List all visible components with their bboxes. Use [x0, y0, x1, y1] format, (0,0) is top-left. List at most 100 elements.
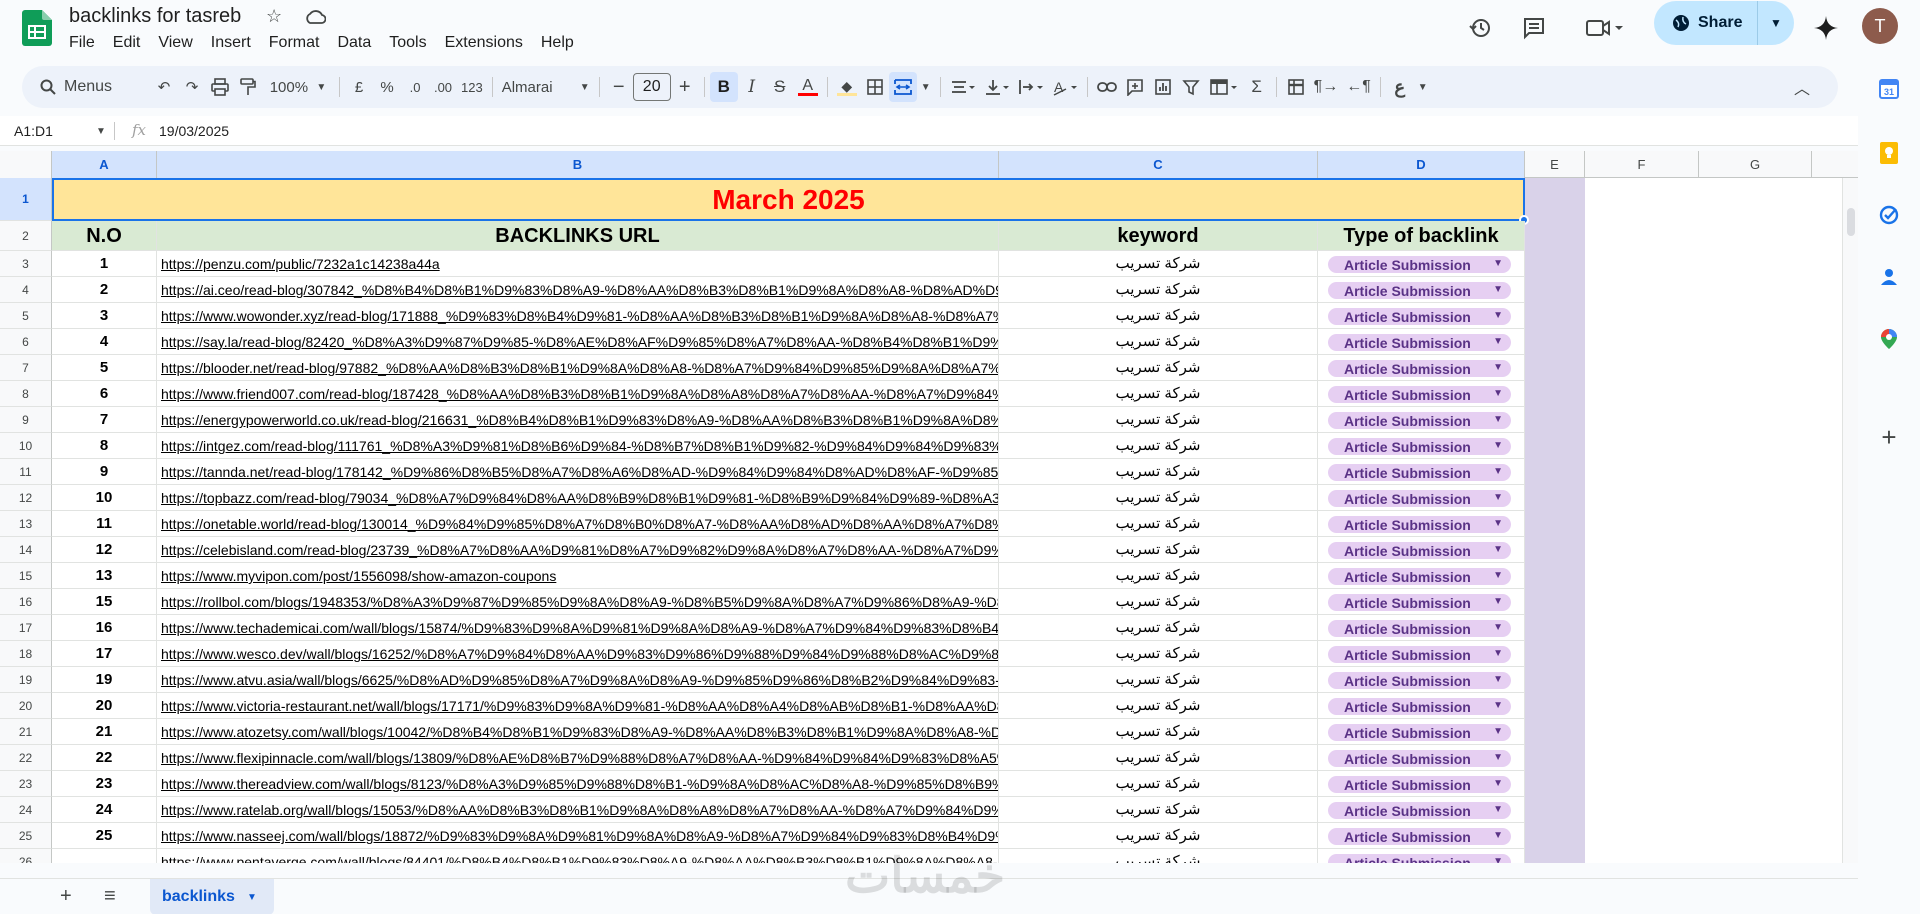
merge-cells-icon[interactable]: [888, 72, 917, 102]
decrease-decimal-button[interactable]: .0: [401, 72, 429, 102]
column-header-a[interactable]: A: [52, 151, 157, 178]
number-cell[interactable]: 2: [52, 277, 157, 303]
collapse-toolbar-icon[interactable]: ︿: [1788, 72, 1816, 102]
chip-caret-icon[interactable]: ▼: [1493, 804, 1503, 815]
comments-icon[interactable]: [1518, 12, 1550, 44]
percent-format-button[interactable]: %: [373, 72, 401, 102]
chip-caret-icon[interactable]: ▼: [1493, 440, 1503, 451]
keyword-cell[interactable]: شركة تسريب: [999, 537, 1318, 563]
chip-caret-icon[interactable]: ▼: [1493, 778, 1503, 789]
spreadsheet-grid[interactable]: A B C D E F G 1 March 2025 2 N.O BACKLIN…: [0, 151, 1858, 863]
calendar-icon[interactable]: 31: [1878, 78, 1900, 100]
vertical-align-icon[interactable]: [980, 72, 1014, 102]
chip-caret-icon[interactable]: ▼: [1493, 544, 1503, 555]
row-header[interactable]: 18: [0, 641, 52, 667]
backlink-url-cell[interactable]: https://www.ratelab.org/wall/blogs/15053…: [157, 797, 999, 823]
number-cell[interactable]: 10: [52, 485, 157, 511]
backlink-type-cell[interactable]: Article Submission ▼: [1318, 329, 1525, 355]
type-dropdown-chip[interactable]: Article Submission ▼: [1328, 334, 1511, 351]
chip-caret-icon[interactable]: ▼: [1493, 830, 1503, 841]
filter-views-icon[interactable]: [1205, 72, 1243, 102]
chip-caret-icon[interactable]: ▼: [1493, 674, 1503, 685]
backlink-url-cell[interactable]: https://www.thereadview.com/wall/blogs/8…: [157, 771, 999, 797]
header-url[interactable]: BACKLINKS URL: [157, 221, 999, 251]
more-formats-button[interactable]: 123: [457, 72, 487, 102]
backlink-type-cell[interactable]: Article Submission ▼: [1318, 719, 1525, 745]
number-cell[interactable]: 5: [52, 355, 157, 381]
number-cell[interactable]: 20: [52, 693, 157, 719]
chip-caret-icon[interactable]: ▼: [1493, 388, 1503, 399]
number-cell[interactable]: 3: [52, 303, 157, 329]
keyword-cell[interactable]: شركة تسريب: [999, 719, 1318, 745]
strikethrough-icon[interactable]: S: [766, 72, 794, 102]
number-cell[interactable]: 25: [52, 823, 157, 849]
backlink-url-cell[interactable]: https://www.atvu.asia/wall/blogs/6625/%D…: [157, 667, 999, 693]
type-dropdown-chip[interactable]: Article Submission ▼: [1328, 386, 1511, 403]
chip-caret-icon[interactable]: ▼: [1493, 466, 1503, 477]
chip-caret-icon[interactable]: ▼: [1493, 414, 1503, 425]
font-size-input[interactable]: 20: [632, 73, 671, 101]
row-header[interactable]: 9: [0, 407, 52, 433]
column-header-e[interactable]: E: [1525, 151, 1585, 178]
gemini-sparkle-icon[interactable]: [1810, 12, 1842, 44]
backlink-url-cell[interactable]: https://penzu.com/public/7232a1c14238a44…: [157, 251, 999, 277]
keep-icon[interactable]: [1878, 142, 1900, 164]
column-header-b[interactable]: B: [157, 151, 999, 178]
redo-icon[interactable]: ↷: [178, 72, 206, 102]
number-cell[interactable]: [52, 849, 157, 863]
row-header[interactable]: 3: [0, 251, 52, 277]
text-wrapping-icon[interactable]: [1014, 72, 1048, 102]
chip-caret-icon[interactable]: ▼: [1493, 856, 1503, 863]
row-header[interactable]: 19: [0, 667, 52, 693]
keyword-cell[interactable]: شركة تسريب: [999, 251, 1318, 277]
keyword-cell[interactable]: شركة تسريب: [999, 693, 1318, 719]
backlink-url-cell[interactable]: https://tannda.net/read-blog/178142_%D9%…: [157, 459, 999, 485]
type-dropdown-chip[interactable]: Article Submission ▼: [1328, 282, 1511, 299]
menu-data[interactable]: Data: [328, 32, 380, 54]
row-header[interactable]: 24: [0, 797, 52, 823]
keyword-cell[interactable]: شركة تسريب: [999, 745, 1318, 771]
text-color-icon[interactable]: A: [794, 72, 822, 102]
number-cell[interactable]: 4: [52, 329, 157, 355]
column-header-f[interactable]: F: [1585, 151, 1699, 178]
keyword-cell[interactable]: شركة تسريب: [999, 329, 1318, 355]
meet-camera-icon[interactable]: [1580, 12, 1630, 44]
backlink-type-cell[interactable]: Article Submission ▼: [1318, 381, 1525, 407]
type-dropdown-chip[interactable]: Article Submission ▼: [1328, 568, 1511, 585]
menu-format[interactable]: Format: [260, 32, 329, 54]
borders-icon[interactable]: [861, 72, 889, 102]
name-box-caret-icon[interactable]: ▼: [96, 126, 106, 137]
increase-font-size-icon[interactable]: +: [671, 72, 699, 102]
column-header-d[interactable]: D: [1318, 151, 1525, 178]
menu-tools[interactable]: Tools: [380, 32, 435, 54]
chip-caret-icon[interactable]: ▼: [1493, 336, 1503, 347]
ltr-direction-icon[interactable]: ¶→: [1310, 72, 1343, 102]
row-header[interactable]: 25: [0, 823, 52, 849]
backlink-url-cell[interactable]: https://www.nasseej.com/wall/blogs/18872…: [157, 823, 999, 849]
type-dropdown-chip[interactable]: Article Submission ▼: [1328, 854, 1511, 863]
menu-insert[interactable]: Insert: [202, 32, 260, 54]
row-header[interactable]: 21: [0, 719, 52, 745]
merge-caret-icon[interactable]: ▼: [917, 72, 935, 102]
insert-link-icon[interactable]: [1093, 72, 1121, 102]
row-header[interactable]: 5: [0, 303, 52, 329]
backlink-url-cell[interactable]: https://www.wowonder.xyz/read-blog/17188…: [157, 303, 999, 329]
keyword-cell[interactable]: شركة تسريب: [999, 823, 1318, 849]
input-tools-icon[interactable]: ع: [1386, 72, 1414, 102]
menu-view[interactable]: View: [149, 32, 201, 54]
backlink-type-cell[interactable]: Article Submission ▼: [1318, 771, 1525, 797]
backlink-type-cell[interactable]: Article Submission ▼: [1318, 433, 1525, 459]
number-cell[interactable]: 23: [52, 771, 157, 797]
backlink-url-cell[interactable]: https://www.victoria-restaurant.net/wall…: [157, 693, 999, 719]
backlink-url-cell[interactable]: https://www.techademicai.com/wall/blogs/…: [157, 615, 999, 641]
backlink-url-cell[interactable]: https://intgez.com/read-blog/111761_%D8%…: [157, 433, 999, 459]
chip-caret-icon[interactable]: ▼: [1493, 596, 1503, 607]
font-family-select[interactable]: Almarai ▼: [498, 72, 594, 102]
backlink-url-cell[interactable]: https://www.friend007.com/read-blog/1874…: [157, 381, 999, 407]
backlink-type-cell[interactable]: Article Submission ▼: [1318, 693, 1525, 719]
type-dropdown-chip[interactable]: Article Submission ▼: [1328, 776, 1511, 793]
title-cell[interactable]: March 2025: [52, 178, 1525, 221]
input-tools-caret-icon[interactable]: ▼: [1414, 72, 1432, 102]
formula-input[interactable]: 19/03/2025: [159, 123, 229, 139]
backlink-url-cell[interactable]: https://rollbol.com/blogs/1948353/%D8%A3…: [157, 589, 999, 615]
